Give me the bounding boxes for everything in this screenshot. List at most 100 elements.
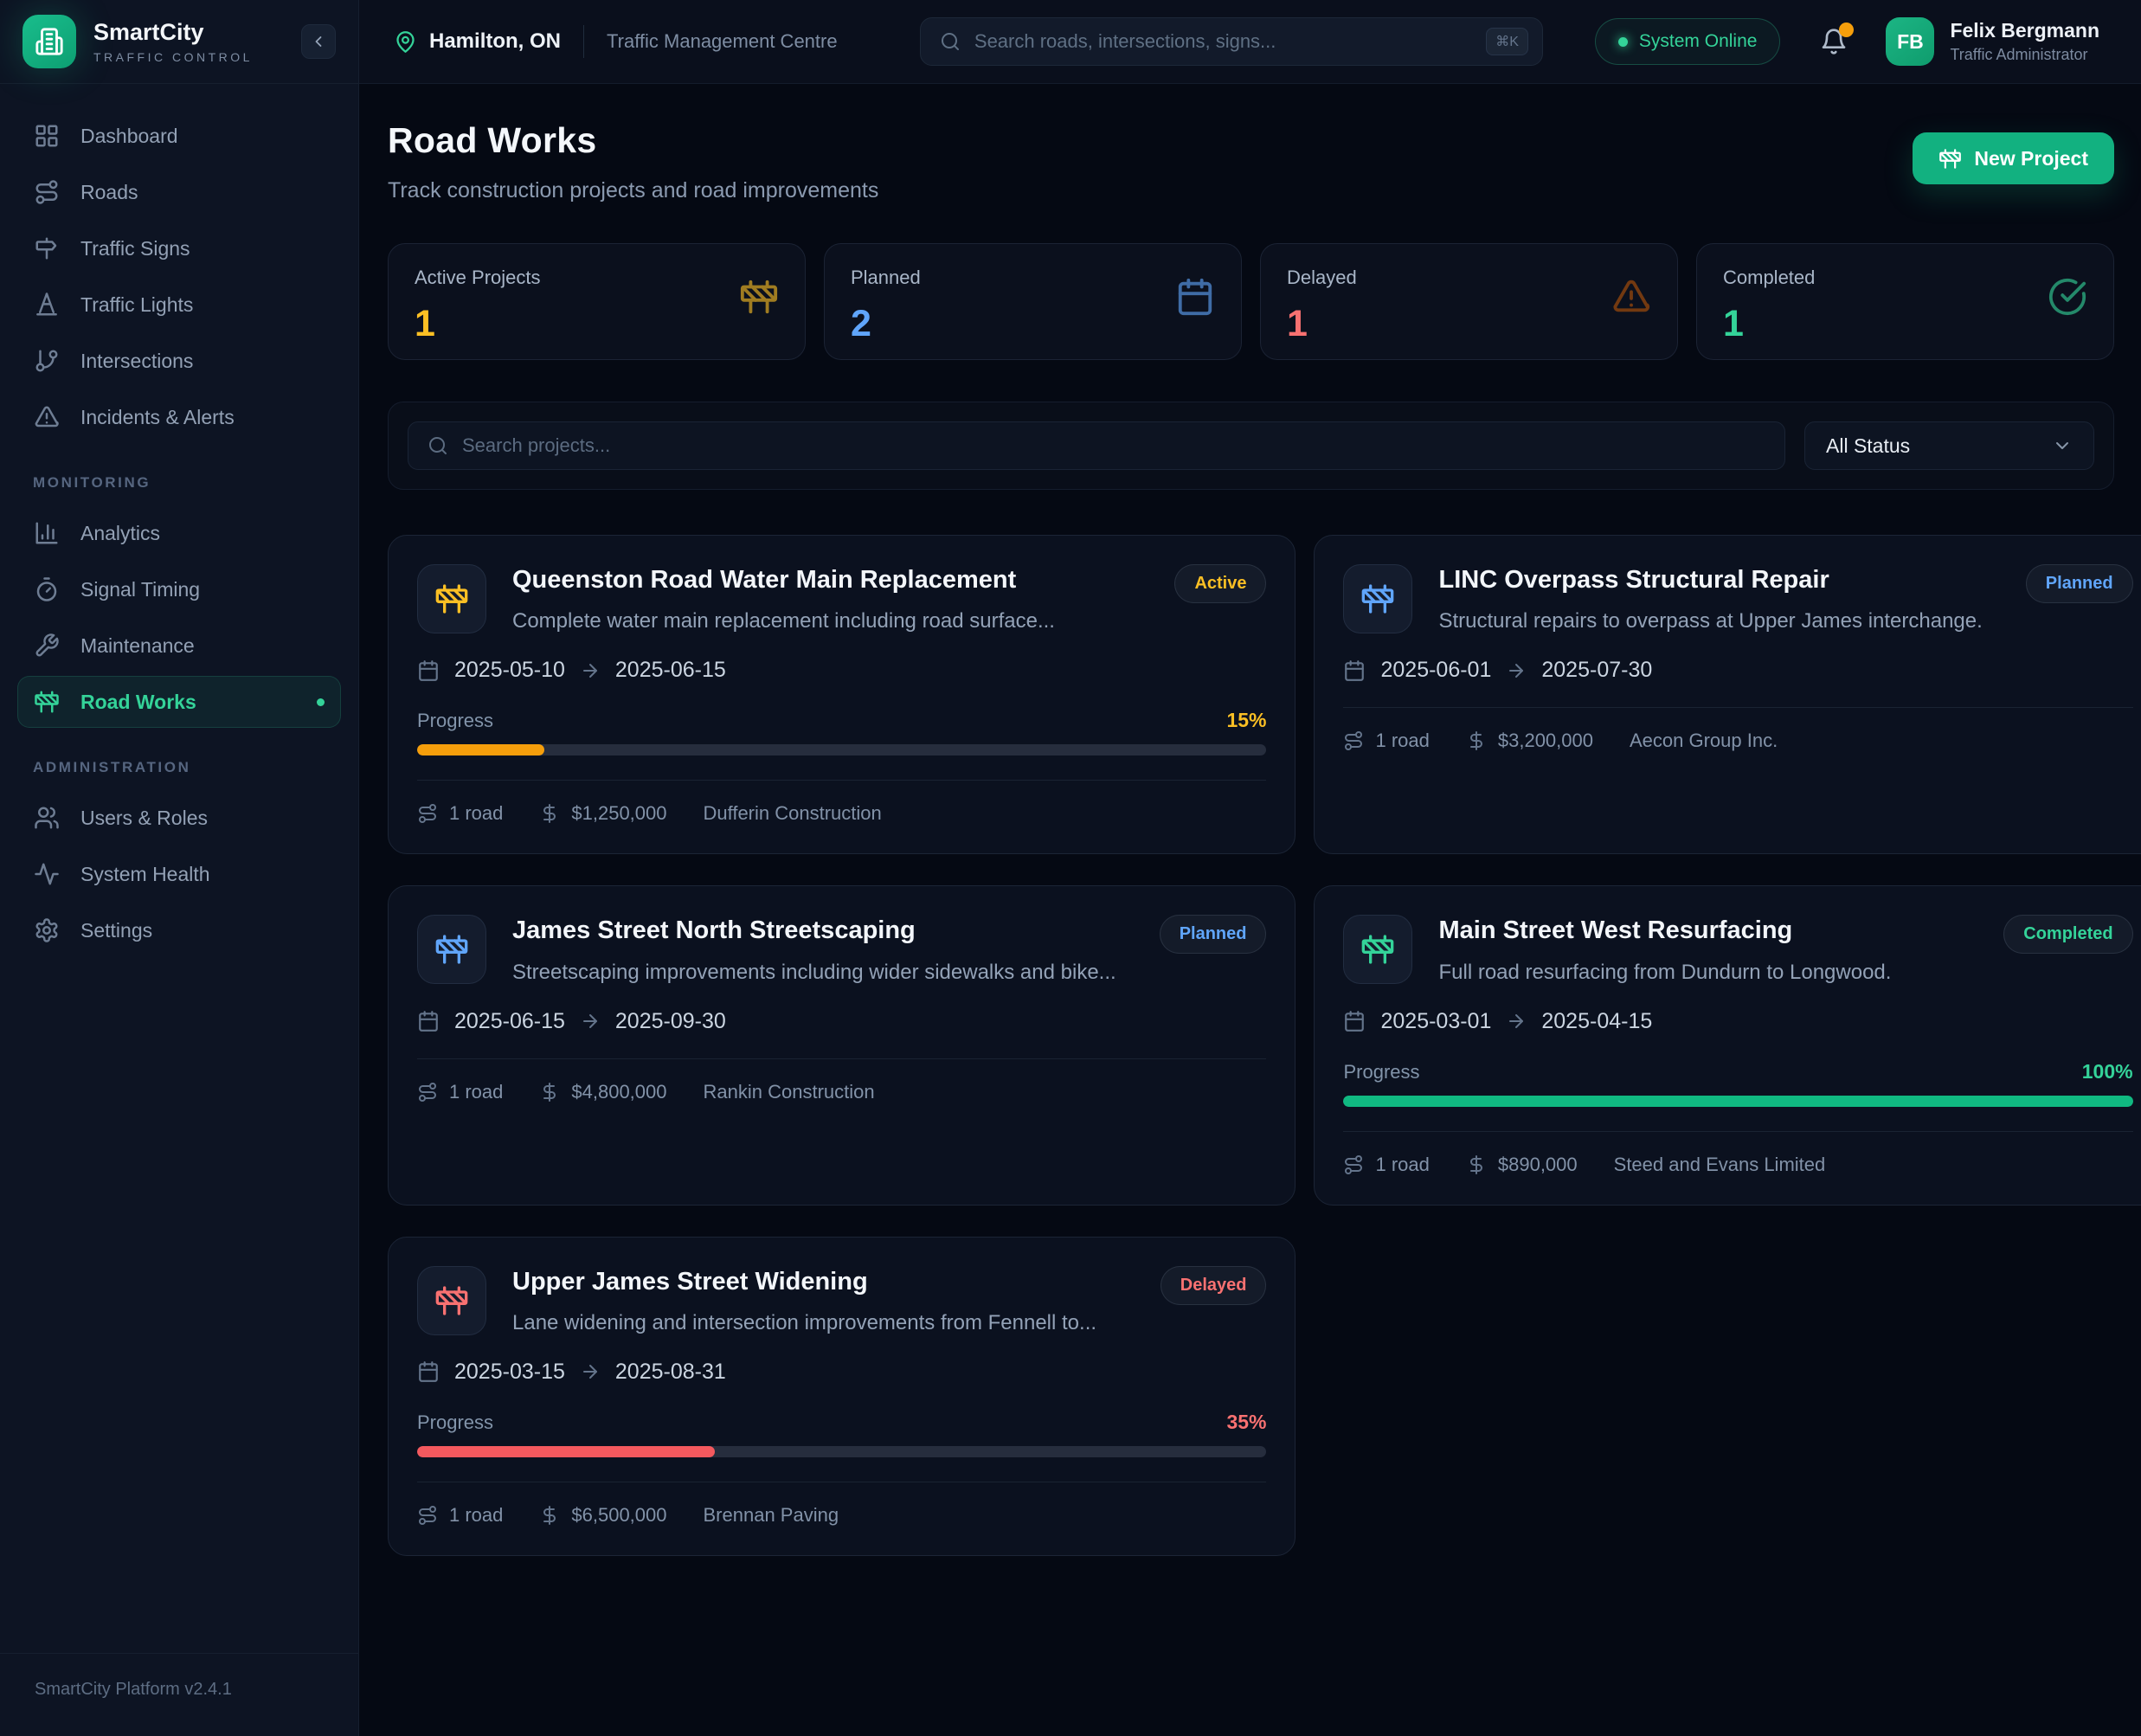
global-search[interactable]: ⌘K: [920, 17, 1543, 66]
progress-percent: 15%: [1226, 709, 1266, 732]
sidebar-item-label: Intersections: [80, 350, 193, 373]
platform-version: SmartCity Platform v2.4.1: [0, 1653, 358, 1736]
stat-card-completed: Completed 1: [1696, 243, 2114, 360]
sidebar-collapse-button[interactable]: [301, 24, 336, 59]
page-subtitle: Track construction projects and road imp…: [388, 178, 878, 203]
project-description: Full road resurfacing from Dundurn to Lo…: [1438, 961, 1960, 985]
status-filter-select[interactable]: All Status: [1804, 421, 2094, 470]
contractor: Steed and Evans Limited: [1614, 1154, 1826, 1176]
project-meta: 1 road $890,000 Steed and Evans Limited: [1343, 1154, 2132, 1176]
project-card-main-street[interactable]: Main Street West Resurfacing Full road r…: [1314, 885, 2141, 1205]
construction-icon: [417, 915, 486, 984]
sidebar-item-label: Traffic Signs: [80, 237, 190, 260]
sidebar-item-dashboard[interactable]: Dashboard: [17, 110, 341, 162]
progress-track: [417, 1446, 1266, 1457]
stat-value: 1: [1723, 303, 1815, 345]
global-search-input[interactable]: [974, 30, 1472, 53]
progress-section: Progress 15%: [417, 709, 1266, 755]
calendar-icon: [417, 1010, 440, 1032]
search-icon: [940, 31, 961, 52]
start-date: 2025-03-15: [454, 1360, 565, 1385]
sidebar-item-signal-timing[interactable]: Signal Timing: [17, 563, 341, 615]
project-description: Streetscaping improvements including wid…: [512, 961, 1116, 985]
project-description: Complete water main replacement includin…: [512, 609, 1131, 633]
triangle-alert-icon: [34, 404, 60, 430]
project-dates: 2025-05-10 2025-06-15: [417, 658, 1266, 683]
user-menu[interactable]: FB Felix Bergmann Traffic Administrator: [1886, 17, 2115, 66]
stat-label: Delayed: [1287, 267, 1357, 289]
budget-label: $4,800,000: [571, 1081, 666, 1103]
sidebar-nav: Dashboard Roads Traffic Signs Traffic Li…: [0, 84, 358, 1653]
sidebar-item-intersections[interactable]: Intersections: [17, 335, 341, 387]
progress-fill: [417, 1446, 715, 1457]
project-search[interactable]: [408, 421, 1785, 470]
status-filter-value: All Status: [1826, 434, 1910, 458]
sidebar-item-settings[interactable]: Settings: [17, 904, 341, 956]
gear-icon: [34, 917, 60, 943]
chevron-down-icon: [2052, 435, 2073, 456]
user-role: Traffic Administrator: [1950, 46, 2099, 64]
sidebar-item-traffic-lights[interactable]: Traffic Lights: [17, 279, 341, 331]
construction-icon: [417, 1266, 486, 1335]
location: Hamilton, ON: [394, 29, 561, 54]
notifications-button[interactable]: [1820, 28, 1848, 55]
avatar: FB: [1886, 17, 1934, 66]
project-card-queenston[interactable]: Queenston Road Water Main Replacement Co…: [388, 535, 1296, 854]
budget-label: $3,200,000: [1498, 730, 1593, 752]
sidebar-item-road-works[interactable]: Road Works: [17, 676, 341, 728]
end-date: 2025-09-30: [615, 1009, 726, 1034]
progress-percent: 100%: [2082, 1060, 2133, 1083]
calendar-icon: [1343, 659, 1366, 682]
sidebar-item-label: System Health: [80, 863, 210, 886]
route-icon: [417, 1082, 438, 1103]
page-title: Road Works: [388, 120, 878, 161]
start-date: 2025-05-10: [454, 658, 565, 683]
circle-check-icon: [2048, 267, 2087, 337]
construction-icon: [1343, 564, 1412, 633]
card-divider: [1343, 707, 2132, 708]
sidebar-item-traffic-signs[interactable]: Traffic Signs: [17, 222, 341, 274]
project-card-james-street[interactable]: James Street North Streetscaping Streets…: [388, 885, 1296, 1205]
sidebar-item-label: Signal Timing: [80, 578, 200, 601]
sidebar-item-label: Traffic Lights: [80, 293, 193, 317]
progress-label: Progress: [417, 1411, 493, 1434]
contractor: Brennan Paving: [704, 1504, 839, 1527]
contractor-label: Brennan Paving: [704, 1504, 839, 1527]
sidebar-item-incidents-alerts[interactable]: Incidents & Alerts: [17, 391, 341, 443]
stat-label: Completed: [1723, 267, 1815, 289]
end-date: 2025-04-15: [1541, 1009, 1652, 1034]
card-divider: [417, 780, 1266, 781]
arrow-right-icon: [580, 1011, 601, 1032]
status-badge: Planned: [2026, 564, 2133, 603]
sidebar-item-maintenance[interactable]: Maintenance: [17, 620, 341, 672]
status-badge: Active: [1174, 564, 1266, 603]
project-card-upper-james[interactable]: Upper James Street Widening Lane widenin…: [388, 1237, 1296, 1556]
project-card-linc[interactable]: LINC Overpass Structural Repair Structur…: [1314, 535, 2141, 854]
arrow-right-icon: [1506, 660, 1527, 681]
new-project-button[interactable]: New Project: [1913, 132, 2114, 184]
project-title: Upper James Street Widening: [512, 1266, 1117, 1297]
sidebar-item-label: Road Works: [80, 691, 196, 714]
roads-count: 1 road: [1343, 1154, 1429, 1176]
sidebar-item-label: Maintenance: [80, 634, 195, 658]
sidebar-item-label: Users & Roles: [80, 807, 208, 830]
sidebar-item-system-health[interactable]: System Health: [17, 848, 341, 900]
sidebar-item-roads[interactable]: Roads: [17, 166, 341, 218]
contractor: Rankin Construction: [704, 1081, 875, 1103]
top-bar: Hamilton, ON Traffic Management Centre ⌘…: [359, 0, 2141, 84]
sidebar-item-label: Dashboard: [80, 125, 178, 148]
contractor-label: Rankin Construction: [704, 1081, 875, 1103]
sidebar-item-label: Analytics: [80, 522, 160, 545]
budget: $890,000: [1466, 1154, 1578, 1176]
app-logo: [23, 15, 76, 68]
calendar-icon: [1343, 1010, 1366, 1032]
building-icon: [35, 27, 64, 56]
contractor-label: Steed and Evans Limited: [1614, 1154, 1826, 1176]
roads-count: 1 road: [417, 1504, 503, 1527]
start-date: 2025-03-01: [1380, 1009, 1491, 1034]
sidebar-item-users-roles[interactable]: Users & Roles: [17, 792, 341, 844]
sidebar-item-analytics[interactable]: Analytics: [17, 507, 341, 559]
budget-label: $1,250,000: [571, 802, 666, 825]
status-badge: Delayed: [1161, 1266, 1267, 1305]
project-search-input[interactable]: [462, 434, 1765, 457]
